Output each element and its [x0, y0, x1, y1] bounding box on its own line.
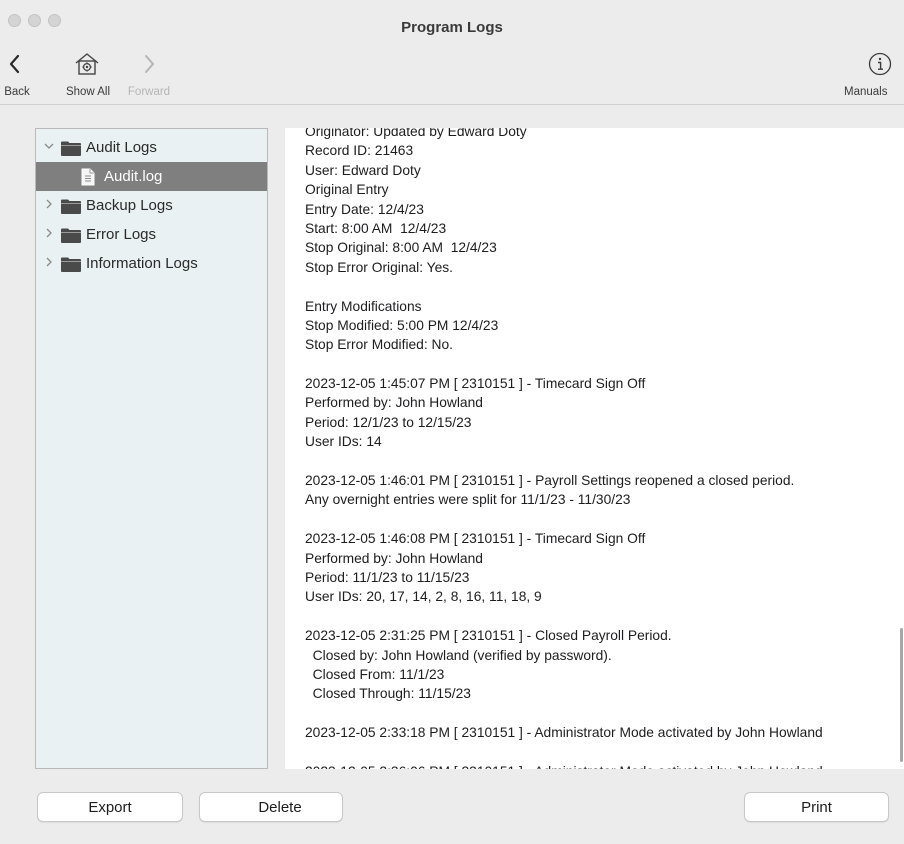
log-line: 2023-12-05 2:33:18 PM [ 2310151 ] - Admi… [305, 725, 823, 741]
tree-item-audit-logs[interactable]: Audit Logs [36, 133, 267, 162]
chevron-right-icon[interactable] [44, 199, 54, 209]
program-logs-window: Program Logs Back Show All Forward Manua… [0, 0, 904, 844]
log-line: 2023-12-05 1:46:08 PM [ 2310151 ] - Time… [305, 531, 646, 547]
chevron-left-icon [9, 54, 20, 74]
export-button[interactable]: Export [37, 792, 183, 822]
chevron-right-icon[interactable] [44, 257, 54, 267]
back-button[interactable]: Back [0, 54, 34, 100]
delete-label: Delete [258, 799, 302, 816]
chevron-right-icon[interactable] [44, 228, 54, 238]
folder-icon [61, 199, 81, 214]
folder-icon [61, 141, 81, 156]
print-button[interactable]: Print [744, 792, 889, 822]
log-line: Period: 12/1/23 to 12/15/23 [305, 414, 472, 430]
log-line: User: Edward Doty [305, 162, 421, 178]
tree-item-audit-log-file[interactable]: Audit.log [36, 162, 267, 191]
tree-item-label: Backup Logs [86, 197, 173, 214]
chevron-down-icon[interactable] [44, 141, 54, 151]
log-line: Stop Original: 8:00 AM 12/4/23 [305, 240, 497, 256]
log-line: Original Entry [305, 182, 389, 198]
log-line: Stop Error Original: Yes. [305, 259, 454, 275]
tree-item-information-logs[interactable]: Information Logs [36, 249, 267, 278]
log-line: Entry Date: 12/4/23 [305, 201, 424, 217]
log-line: Closed Through: 11/15/23 [305, 686, 471, 702]
log-line: Closed From: 11/1/23 [305, 666, 445, 682]
log-text-view[interactable]: Originator: Updated by Edward Doty Record… [285, 128, 904, 769]
tree-item-label: Error Logs [86, 226, 157, 243]
log-line: 2023-12-05 2:36:06 PM [ 2310151 ] - Admi… [305, 762, 904, 769]
house-gear-icon [75, 53, 99, 75]
window-title: Program Logs [401, 19, 503, 36]
log-line: Closed by: John Howland (verified by pas… [305, 647, 612, 663]
log-line: Entry Modifications [305, 298, 422, 314]
tree-item-label: Audit.log [104, 168, 163, 185]
tree-item-label: Information Logs [86, 255, 198, 272]
log-line: Originator: Updated by Edward Doty [305, 128, 527, 139]
log-line: 2023-12-05 1:46:01 PM [ 2310151 ] - Payr… [305, 473, 795, 489]
log-tree-sidebar: Audit Logs Audit.log Backup Logs Error L… [35, 128, 268, 769]
log-line: Performed by: John Howland [305, 550, 483, 566]
log-content: Originator: Updated by Edward Doty Record… [305, 128, 904, 769]
export-label: Export [88, 799, 132, 816]
manuals-button[interactable]: Manuals [844, 52, 904, 100]
log-line: 2023-12-05 2:31:25 PM [ 2310151 ] - Clos… [305, 628, 672, 644]
info-icon [868, 52, 892, 76]
title-bar: Program Logs Back Show All Forward Manua… [0, 0, 904, 105]
tree-item-backup-logs[interactable]: Backup Logs [36, 191, 267, 220]
manuals-label: Manuals [844, 86, 888, 98]
log-line: Stop Error Modified: No. [305, 337, 453, 353]
folder-icon [61, 257, 81, 272]
show-all-label: Show All [65, 86, 111, 98]
forward-label: Forward [127, 86, 171, 98]
log-line: User IDs: 14 [305, 434, 382, 450]
log-line: User IDs: 20, 17, 14, 2, 8, 16, 11, 18, … [305, 589, 542, 605]
log-line: Period: 11/1/23 to 11/15/23 [305, 569, 470, 585]
back-label: Back [4, 86, 30, 98]
log-line: Record ID: 21463 [305, 143, 414, 159]
print-label: Print [801, 799, 832, 816]
show-all-button[interactable]: Show All [58, 50, 118, 100]
log-line: 2023-12-05 1:45:07 PM [ 2310151 ] - Time… [305, 376, 646, 392]
chevron-right-icon [145, 55, 154, 73]
forward-button[interactable]: Forward [124, 54, 174, 100]
log-line: Stop Modified: 5:00 PM 12/4/23 [305, 317, 499, 333]
log-line: Any overnight entries were split for 11/… [305, 492, 631, 508]
log-scrollbar[interactable] [900, 628, 903, 762]
folder-icon [61, 228, 81, 243]
delete-button[interactable]: Delete [199, 792, 343, 822]
tree-item-error-logs[interactable]: Error Logs [36, 220, 267, 249]
document-icon [81, 168, 95, 186]
tree-item-label: Audit Logs [86, 139, 157, 156]
log-line: Start: 8:00 AM 12/4/23 [305, 220, 447, 236]
log-line: Performed by: John Howland [305, 395, 483, 411]
